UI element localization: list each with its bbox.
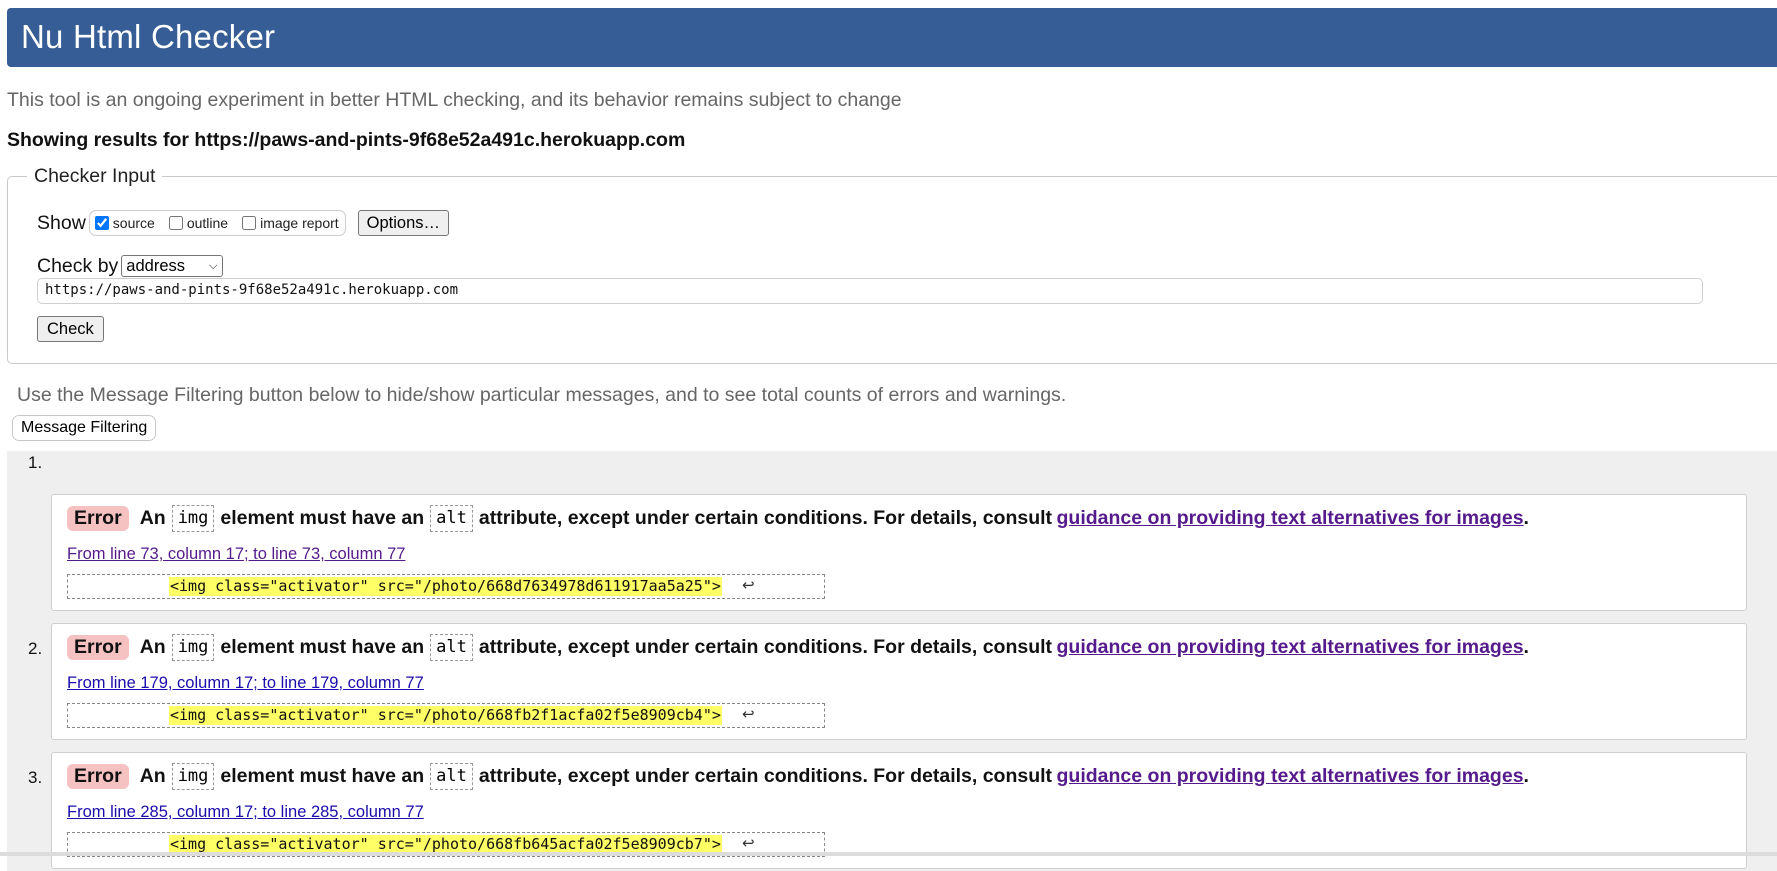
message-heading: Error An img element must have an alt at… xyxy=(67,763,1529,790)
image-report-option-label: image report xyxy=(260,215,339,231)
message-text-part: attribute, except under certain conditio… xyxy=(478,507,1053,529)
line-feed-icon: ↩ xyxy=(742,834,755,852)
message-filtering-button[interactable]: Message Filtering xyxy=(12,415,157,441)
options-button[interactable]: Options… xyxy=(357,210,450,236)
code-token: img xyxy=(171,505,215,532)
source-extract: <img class="activator" src="/photo/668fb… xyxy=(67,703,825,728)
check-by-select[interactable]: address ⌵ xyxy=(121,255,224,277)
code-token: alt xyxy=(430,634,473,661)
guidance-link[interactable]: guidance on providing text alternatives … xyxy=(1057,507,1524,530)
intro-text: This tool is an ongoing experiment in be… xyxy=(7,89,902,111)
line-feed-icon: ↩ xyxy=(742,576,755,594)
show-option-image-report[interactable]: image report xyxy=(240,215,339,231)
horizontal-scrollbar[interactable] xyxy=(0,852,1777,856)
code-token: alt xyxy=(430,505,473,532)
extract-code: <img class="activator" src="/photo/668d7… xyxy=(169,577,722,596)
message-text-part: An xyxy=(139,765,166,787)
outline-checkbox[interactable] xyxy=(168,216,183,230)
message-text-part: attribute, except under certain conditio… xyxy=(478,636,1053,658)
error-badge: Error xyxy=(67,764,129,789)
checker-input-legend: Checker Input xyxy=(27,165,163,188)
error-badge: Error xyxy=(67,635,129,660)
show-label: Show xyxy=(37,211,86,234)
chevron-down-icon: ⌵ xyxy=(208,259,218,272)
show-options-group: source outline image report xyxy=(88,210,346,236)
line-feed-icon: ↩ xyxy=(742,705,755,723)
error-badge: Error xyxy=(67,506,129,531)
source-extract: <img class="activator" src="/photo/668d7… xyxy=(67,574,825,599)
error-message: Error An img element must have an alt at… xyxy=(51,494,1747,611)
source-checkbox[interactable] xyxy=(94,216,109,230)
show-option-outline[interactable]: outline xyxy=(167,215,228,231)
message-text-part: element must have an xyxy=(220,765,425,787)
checker-input-fieldset xyxy=(7,176,1777,364)
source-option-label: source xyxy=(112,215,155,231)
guidance-link[interactable]: guidance on providing text alternatives … xyxy=(1057,765,1524,788)
check-by-selected-value: address xyxy=(126,256,185,275)
guidance-link[interactable]: guidance on providing text alternatives … xyxy=(1057,636,1524,659)
check-by-row: Check by address ⌵ xyxy=(37,253,224,279)
code-token: img xyxy=(171,634,215,661)
code-token: alt xyxy=(430,763,473,790)
filter-note: Use the Message Filtering button below t… xyxy=(17,384,1067,406)
results-for-heading: Showing results for https://paws-and-pin… xyxy=(7,129,686,151)
image-report-checkbox[interactable] xyxy=(242,216,257,230)
show-row: Show source outline image report Options… xyxy=(37,210,450,236)
location-link[interactable]: From line 179, column 17; to line 179, c… xyxy=(67,674,424,693)
error-message: Error An img element must have an alt at… xyxy=(51,623,1747,740)
check-button[interactable]: Check xyxy=(37,316,104,342)
url-input[interactable]: https://paws-and-pints-9f68e52a491c.hero… xyxy=(37,278,1703,304)
location-link[interactable]: From line 285, column 17; to line 285, c… xyxy=(67,803,424,822)
location-link[interactable]: From line 73, column 17; to line 73, col… xyxy=(67,545,405,564)
code-token: img xyxy=(171,763,215,790)
message-number: 3. xyxy=(28,768,43,787)
extract-code: <img class="activator" src="/photo/668fb… xyxy=(169,706,722,725)
message-number: 2. xyxy=(28,639,43,658)
outline-option-label: outline xyxy=(186,215,229,231)
show-option-source[interactable]: source xyxy=(93,215,155,231)
message-heading: Error An img element must have an alt at… xyxy=(67,505,1529,532)
message-end: . xyxy=(1523,636,1529,658)
message-heading: Error An img element must have an alt at… xyxy=(67,634,1529,661)
message-text-part: An xyxy=(139,507,166,529)
message-text-part: An xyxy=(139,636,166,658)
message-end: . xyxy=(1523,507,1529,529)
message-number: 1. xyxy=(28,453,43,472)
message-text-part: attribute, except under certain conditio… xyxy=(478,765,1053,787)
header-bar: Nu Html Checker xyxy=(7,8,1777,67)
check-by-label: Check by xyxy=(37,254,119,277)
page-title: Nu Html Checker xyxy=(21,18,276,55)
message-text-part: element must have an xyxy=(220,636,425,658)
message-end: . xyxy=(1523,765,1529,787)
message-text-part: element must have an xyxy=(220,507,425,529)
